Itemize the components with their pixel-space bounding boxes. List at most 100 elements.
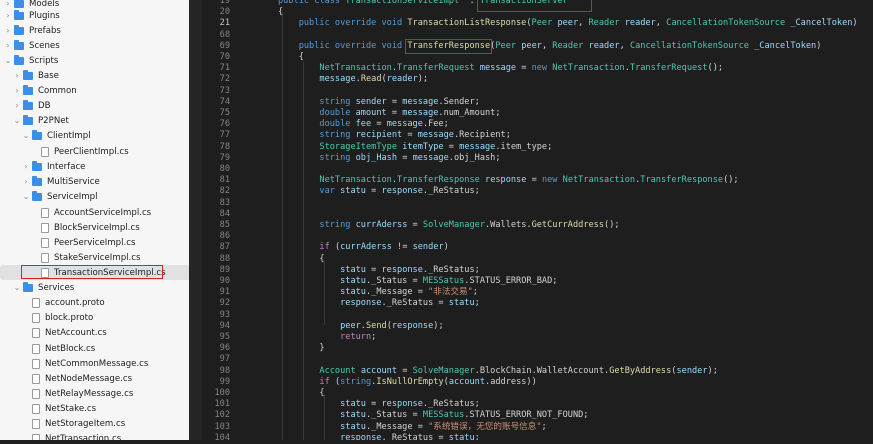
tree-file[interactable]: StakeServiceImpl.cs: [0, 250, 189, 265]
tree-folder[interactable]: › Plugins: [0, 8, 189, 23]
file-icon: [41, 222, 49, 233]
tree-file[interactable]: PeerClientImpl.cs: [0, 144, 189, 159]
code-line[interactable]: public override void TransactionListResp…: [278, 18, 858, 29]
code-line[interactable]: string currAderss = SolveManager.Wallets…: [278, 220, 619, 231]
chevron-right-icon[interactable]: ›: [4, 26, 12, 35]
file-icon: [32, 403, 40, 414]
line-number: 20: [219, 7, 230, 18]
tree-item-label: Interface: [47, 161, 86, 172]
chevron-down-icon[interactable]: ⌄: [13, 283, 21, 292]
line-numbers: 19 20 21 68 69 70 71 72 73 74 75 76 77 78 79 80 81 82 83 84…: [202, 0, 238, 443]
chevron-right-icon[interactable]: ›: [22, 177, 30, 186]
tree-folder[interactable]: ⌄ P2PNet: [0, 113, 189, 128]
line-number: 72: [219, 74, 230, 85]
code-line[interactable]: return;: [278, 332, 376, 343]
code-line[interactable]: string sender = message.Sender;: [278, 97, 479, 108]
chevron-down-icon[interactable]: ⌄: [13, 116, 21, 125]
tree-file[interactable]: account.proto: [0, 295, 189, 310]
code-line[interactable]: Account account = SolveManager.BlockChai…: [278, 366, 717, 377]
code-line[interactable]: var statu = response._ReStatus;: [278, 186, 479, 197]
code-line[interactable]: response._ReStatus = statu;: [278, 433, 480, 440]
line-number: 76: [219, 119, 230, 130]
line-number: 21: [219, 18, 230, 29]
code-line[interactable]: string obj_Hash = message.obj_Hash;: [278, 153, 500, 164]
folder-icon: [14, 9, 24, 20]
chevron-right-icon[interactable]: ›: [4, 11, 12, 20]
chevron-right-icon[interactable]: ›: [4, 41, 12, 50]
tree-file[interactable]: NetAccount.cs: [0, 325, 189, 340]
tree-folder[interactable]: › Common: [0, 83, 189, 98]
code-line[interactable]: {: [278, 254, 324, 265]
tree-folder[interactable]: ⌄ Services: [0, 280, 189, 295]
tree-folder[interactable]: › Interface: [0, 159, 189, 174]
tree-file[interactable]: PeerServiceImpl.cs: [0, 235, 189, 250]
line-number: 87: [219, 242, 230, 253]
tree-folder[interactable]: › DB: [0, 98, 189, 113]
chevron-right-icon[interactable]: ›: [13, 101, 21, 110]
code-line[interactable]: double amount = message.num_Amount;: [278, 108, 500, 119]
line-number: 82: [219, 186, 230, 197]
tree-item-label: Common: [38, 85, 77, 96]
tree-file[interactable]: NetBlock.cs: [0, 341, 189, 356]
code-line[interactable]: }: [278, 343, 324, 354]
file-icon: [32, 343, 40, 354]
code-line[interactable]: StorageItemType itemType = message.item_…: [278, 142, 552, 153]
chevron-down-icon[interactable]: ⌄: [22, 192, 30, 201]
code-line[interactable]: NetTransaction.TransferResponse response…: [278, 175, 738, 186]
tree-folder[interactable]: › Scenes: [0, 38, 189, 53]
tree-folder[interactable]: › MultiService: [0, 174, 189, 189]
chevron-right-icon[interactable]: ›: [13, 86, 21, 95]
tree-file[interactable]: AccountServiceImpl.cs: [0, 205, 189, 220]
tree-folder[interactable]: ⌄ ClientImpl: [0, 128, 189, 143]
code-line[interactable]: double fee = message.Fee;: [278, 119, 448, 130]
code-line[interactable]: {: [278, 7, 283, 18]
code-line[interactable]: {: [278, 52, 304, 63]
tree-folder[interactable]: › Prefabs: [0, 23, 189, 38]
line-number: 89: [219, 264, 230, 275]
tree-item-label: Services: [38, 282, 75, 293]
tree-file[interactable]: NetStorageItem.cs: [0, 416, 189, 431]
file-explorer: › Models › Plugins › Prefabs › Scenes ⌄ Scripts › B…: [0, 0, 190, 440]
code-line[interactable]: statu = response._ReStatus;: [278, 399, 480, 410]
line-number: 86: [219, 231, 230, 242]
tree-file[interactable]: NetRelayMessage.cs: [0, 386, 189, 401]
code-line[interactable]: statu._Status = MESSatus.STATUS_ERROR_NO…: [278, 410, 588, 421]
code-editor[interactable]: public class TransactionServiceImpl : Tr…: [238, 0, 873, 440]
code-line[interactable]: statu._Message = "非法交易";: [278, 287, 478, 298]
folder-icon: [23, 99, 33, 110]
tree-item-label: block.proto: [45, 312, 94, 323]
code-line[interactable]: if (currAderss != sender): [278, 242, 448, 253]
line-number: 98: [219, 365, 230, 376]
folder-icon: [23, 281, 33, 292]
tree-file[interactable]: block.proto: [0, 310, 189, 325]
line-number: 99: [219, 376, 230, 387]
code-line[interactable]: peer.Send(response);: [278, 321, 444, 332]
code-line[interactable]: message.Read(reader);: [278, 74, 428, 85]
tree-file[interactable]: BlockServiceImpl.cs: [0, 220, 189, 235]
code-line[interactable]: statu = response._ReStatus;: [278, 265, 480, 276]
tree-folder[interactable]: ⌄ ServiceImpl: [0, 189, 189, 204]
code-line[interactable]: statu._Message = "系统错误，无您的账号信息";: [278, 422, 547, 433]
chevron-right-icon[interactable]: ›: [13, 71, 21, 80]
tree-item-label: Base: [38, 70, 59, 81]
tree-file[interactable]: NetNodeMessage.cs: [0, 371, 189, 386]
tree-folder[interactable]: › Base: [0, 68, 189, 83]
tree-file[interactable]: NetTransaction.cs: [0, 431, 189, 440]
code-line[interactable]: response._ReStatus = statu;: [278, 298, 480, 309]
tree-folder[interactable]: ⌄ Scripts: [0, 53, 189, 68]
tree-item-label: Scenes: [29, 40, 60, 51]
chevron-down-icon[interactable]: ⌄: [4, 56, 12, 65]
chevron-down-icon[interactable]: ⌄: [22, 131, 30, 140]
code-line[interactable]: NetTransaction.TransferRequest message =…: [278, 63, 723, 74]
code-line[interactable]: statu._Status = MESSatus.STATUS_ERROR_BA…: [278, 276, 557, 287]
code-line[interactable]: string recipient = message.Recipient;: [278, 130, 510, 141]
tree-file[interactable]: NetCommonMessage.cs: [0, 356, 189, 371]
chevron-right-icon[interactable]: ›: [4, 0, 12, 8]
tree-item-label: PeerServiceImpl.cs: [54, 237, 136, 248]
code-line[interactable]: {: [278, 388, 324, 399]
tree-item-label: NetAccount.cs: [45, 327, 107, 338]
code-line[interactable]: public override void TransferResponse(Pe…: [278, 41, 822, 52]
tree-file[interactable]: NetStake.cs: [0, 401, 189, 416]
chevron-right-icon[interactable]: ›: [22, 162, 30, 171]
code-line[interactable]: if (string.IsNullOrEmpty(account.address…: [278, 377, 536, 388]
